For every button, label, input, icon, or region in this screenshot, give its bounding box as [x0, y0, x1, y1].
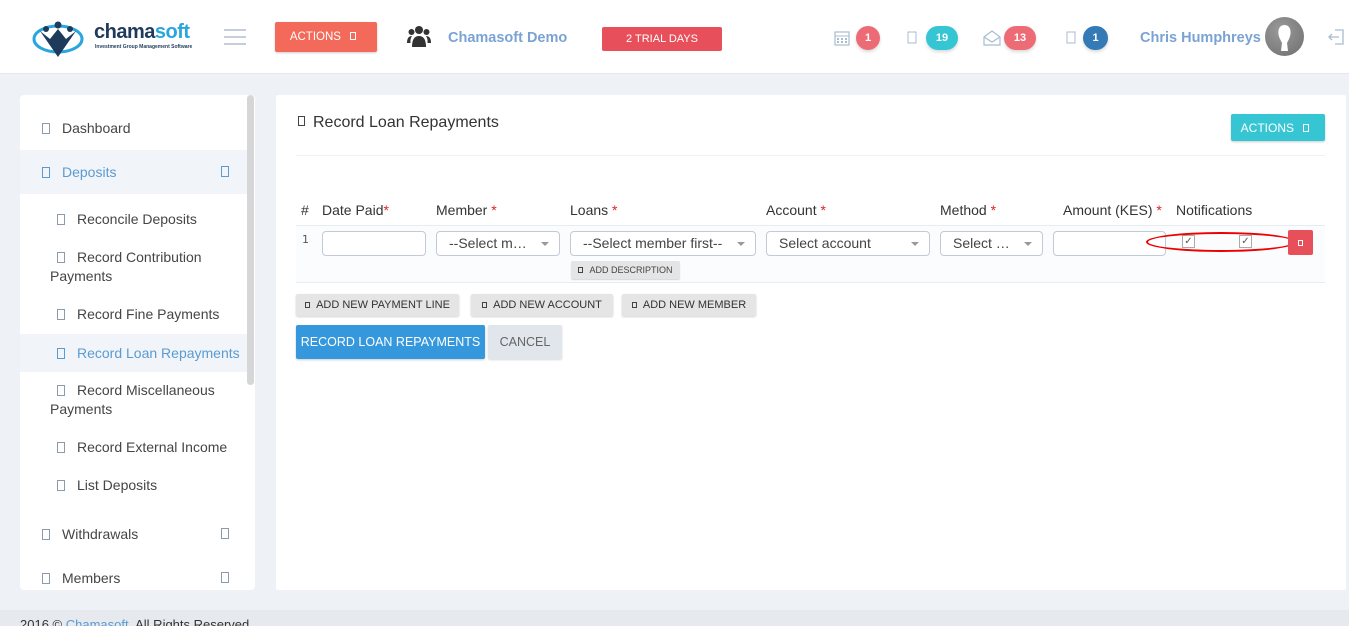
- angle-down-icon: [1303, 123, 1310, 132]
- home-icon: [42, 123, 50, 134]
- page-title: Record Loan Repayments: [298, 114, 499, 132]
- withdrawals-icon: [42, 529, 50, 540]
- submenu-icon: [57, 442, 65, 453]
- row-number: 1: [302, 233, 309, 246]
- trash-icon: [1298, 239, 1303, 246]
- submenu-icon: [57, 309, 65, 320]
- plus-icon: [482, 302, 488, 308]
- deposits-icon: [42, 167, 50, 178]
- record-loan-repayments-panel: Record Loan Repayments ACTIONS # Date Pa…: [276, 95, 1346, 590]
- users-group-icon: [407, 26, 431, 47]
- members-icon: [42, 573, 50, 584]
- caret-down-icon: [1024, 242, 1032, 246]
- email-notification-checkbox[interactable]: ✓: [1239, 235, 1252, 248]
- user-avatar[interactable]: [1265, 17, 1304, 56]
- add-new-payment-line-button[interactable]: ADD NEW PAYMENT LINE: [296, 294, 459, 316]
- tasks-count-badge[interactable]: 1: [1083, 26, 1108, 50]
- menu-toggle-icon[interactable]: [224, 29, 246, 45]
- angle-down-icon: [350, 32, 357, 40]
- bell-icon[interactable]: [907, 30, 917, 46]
- column-header-amount: Amount (KES) *: [1063, 202, 1162, 218]
- column-header-account: Account *: [766, 202, 826, 218]
- column-header-date-paid: Date Paid*: [322, 202, 389, 218]
- sidebar-subitem-record-external-income[interactable]: Record External Income: [20, 438, 248, 457]
- method-select[interactable]: Select …: [940, 231, 1043, 256]
- bell-count-badge[interactable]: 19: [926, 26, 958, 50]
- tasks-icon[interactable]: [1066, 30, 1076, 46]
- sidebar-subitem-reconcile-deposits[interactable]: Reconcile Deposits: [20, 210, 248, 229]
- logo-mark-icon: [32, 21, 84, 57]
- caret-down-icon: [541, 242, 549, 246]
- sidebar-scrollbar[interactable]: [247, 95, 254, 385]
- submenu-icon: [57, 214, 65, 225]
- chevron-right-icon: [221, 528, 229, 539]
- submenu-icon: [57, 252, 65, 263]
- sidebar-subitem-record-miscellaneous-payments[interactable]: Record Miscellaneous Payments: [20, 381, 248, 419]
- logo-text: chamasoft: [94, 21, 190, 43]
- sidebar-item-deposits[interactable]: Deposits: [20, 150, 248, 194]
- chevron-right-icon: [221, 572, 229, 583]
- envelope-icon[interactable]: [983, 30, 1001, 46]
- sidebar-item-withdrawals[interactable]: Withdrawals: [20, 512, 248, 556]
- account-select[interactable]: Select account: [766, 231, 930, 256]
- add-new-member-button[interactable]: ADD NEW MEMBER: [622, 294, 756, 316]
- envelope-count-badge[interactable]: 13: [1004, 26, 1036, 50]
- column-header-number: #: [301, 202, 309, 218]
- amount-input[interactable]: [1053, 231, 1166, 256]
- sidebar-subitem-record-loan-repayments[interactable]: Record Loan Repayments: [20, 334, 248, 372]
- column-header-member: Member *: [436, 202, 497, 218]
- logout-icon[interactable]: [1327, 28, 1345, 46]
- chamasoft-link[interactable]: Chamasoft: [66, 617, 129, 626]
- sidebar-subitem-record-contribution-payments[interactable]: Record Contribution Payments: [20, 248, 248, 286]
- record-loan-repayments-button[interactable]: RECORD LOAN REPAYMENTS: [296, 325, 485, 359]
- plus-icon: [305, 302, 311, 308]
- sidebar-subitem-record-fine-payments[interactable]: Record Fine Payments: [20, 305, 248, 324]
- user-name[interactable]: Chris Humphreys: [1140, 30, 1261, 46]
- add-description-button[interactable]: ADD DESCRIPTION: [571, 261, 680, 279]
- sidebar-item-dashboard[interactable]: Dashboard: [20, 106, 248, 150]
- sidebar-item-members[interactable]: Members: [20, 556, 248, 590]
- panel-divider: [296, 155, 1325, 156]
- logo-tagline: Investment Group Management Software: [95, 44, 193, 50]
- trial-days-badge[interactable]: 2 TRIAL DAYS: [602, 27, 722, 51]
- chevron-down-icon: [221, 166, 229, 177]
- cancel-button[interactable]: CANCEL: [488, 325, 562, 359]
- avatar-silhouette-icon: [1278, 25, 1291, 51]
- chamasoft-logo[interactable]: chamasoft Investment Group Management So…: [32, 17, 197, 59]
- panel-actions-button[interactable]: ACTIONS: [1231, 114, 1325, 141]
- column-header-notifications: Notifications: [1176, 202, 1253, 218]
- sidebar: Dashboard Deposits Reconcile Deposits Re…: [20, 95, 255, 590]
- calendar-count-badge[interactable]: 1: [856, 26, 880, 50]
- submenu-icon: [57, 385, 65, 396]
- remove-row-button[interactable]: [1288, 230, 1313, 255]
- sidebar-subitem-list-deposits[interactable]: List Deposits: [20, 476, 248, 495]
- header-actions-button[interactable]: ACTIONS: [275, 22, 377, 52]
- caret-down-icon: [911, 242, 919, 246]
- sms-notification-checkbox[interactable]: ✓: [1182, 235, 1195, 248]
- submenu-icon: [57, 348, 65, 359]
- copyright-text: 2016 © Chamasoft. All Rights Reserved.: [20, 617, 253, 626]
- loans-select[interactable]: --Select member first--: [570, 231, 756, 256]
- submenu-icon: [57, 480, 65, 491]
- column-header-loans: Loans *: [570, 202, 618, 218]
- member-select[interactable]: --Select m…: [436, 231, 560, 256]
- date-paid-input[interactable]: [322, 231, 426, 256]
- group-name-link[interactable]: Chamasoft Demo: [448, 30, 567, 46]
- add-new-account-button[interactable]: ADD NEW ACCOUNT: [471, 294, 613, 316]
- form-icon: [298, 116, 305, 126]
- plus-icon: [578, 267, 584, 273]
- caret-down-icon: [737, 242, 745, 246]
- calendar-icon[interactable]: [834, 30, 850, 46]
- plus-icon: [631, 302, 637, 308]
- column-header-method: Method *: [940, 202, 997, 218]
- top-header: chamasoft Investment Group Management So…: [0, 0, 1349, 74]
- footer: 2016 © Chamasoft. All Rights Reserved.: [0, 610, 1349, 626]
